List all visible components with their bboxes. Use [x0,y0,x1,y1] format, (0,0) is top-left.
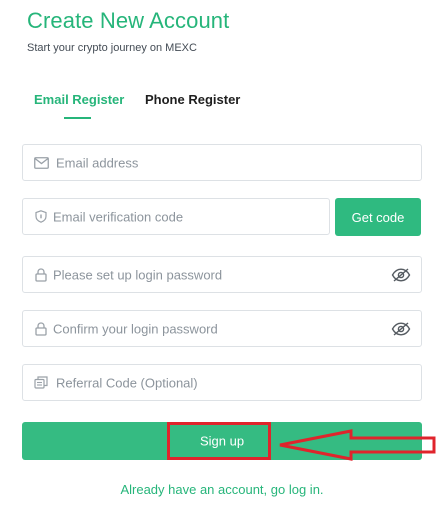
go-login-link[interactable]: Already have an account, go log in. [0,482,444,497]
verification-placeholder: Email verification code [53,209,184,224]
referral-code-field[interactable]: Referral Code (Optional) [22,364,422,401]
active-tab-indicator [64,117,91,119]
sign-up-label: Sign up [199,433,245,449]
referral-placeholder: Referral Code (Optional) [56,375,198,390]
eye-off-icon[interactable] [391,321,411,337]
password-field[interactable]: Please set up login password [22,256,422,293]
copy-icon [33,375,49,391]
tab-email-register[interactable]: Email Register [34,92,124,107]
shield-icon [33,209,49,225]
confirm-password-field[interactable]: Confirm your login password [22,310,422,347]
sign-up-button[interactable]: Sign up [22,422,422,460]
create-account-page: Create New Account Start your crypto jou… [0,0,444,514]
page-subtitle: Start your crypto journey on MEXC [27,42,197,54]
mail-icon [33,155,49,171]
eye-off-icon[interactable] [391,267,411,283]
confirm-password-placeholder: Confirm your login password [53,321,218,336]
email-placeholder: Email address [56,155,139,170]
lock-icon [33,267,49,283]
page-title: Create New Account [27,8,230,33]
password-placeholder: Please set up login password [53,267,223,282]
verification-code-field[interactable]: Email verification code [22,198,330,235]
get-code-button[interactable]: Get code [335,198,421,236]
lock-icon [33,321,49,337]
email-field[interactable]: Email address [22,144,422,181]
tab-phone-register[interactable]: Phone Register [145,92,240,107]
